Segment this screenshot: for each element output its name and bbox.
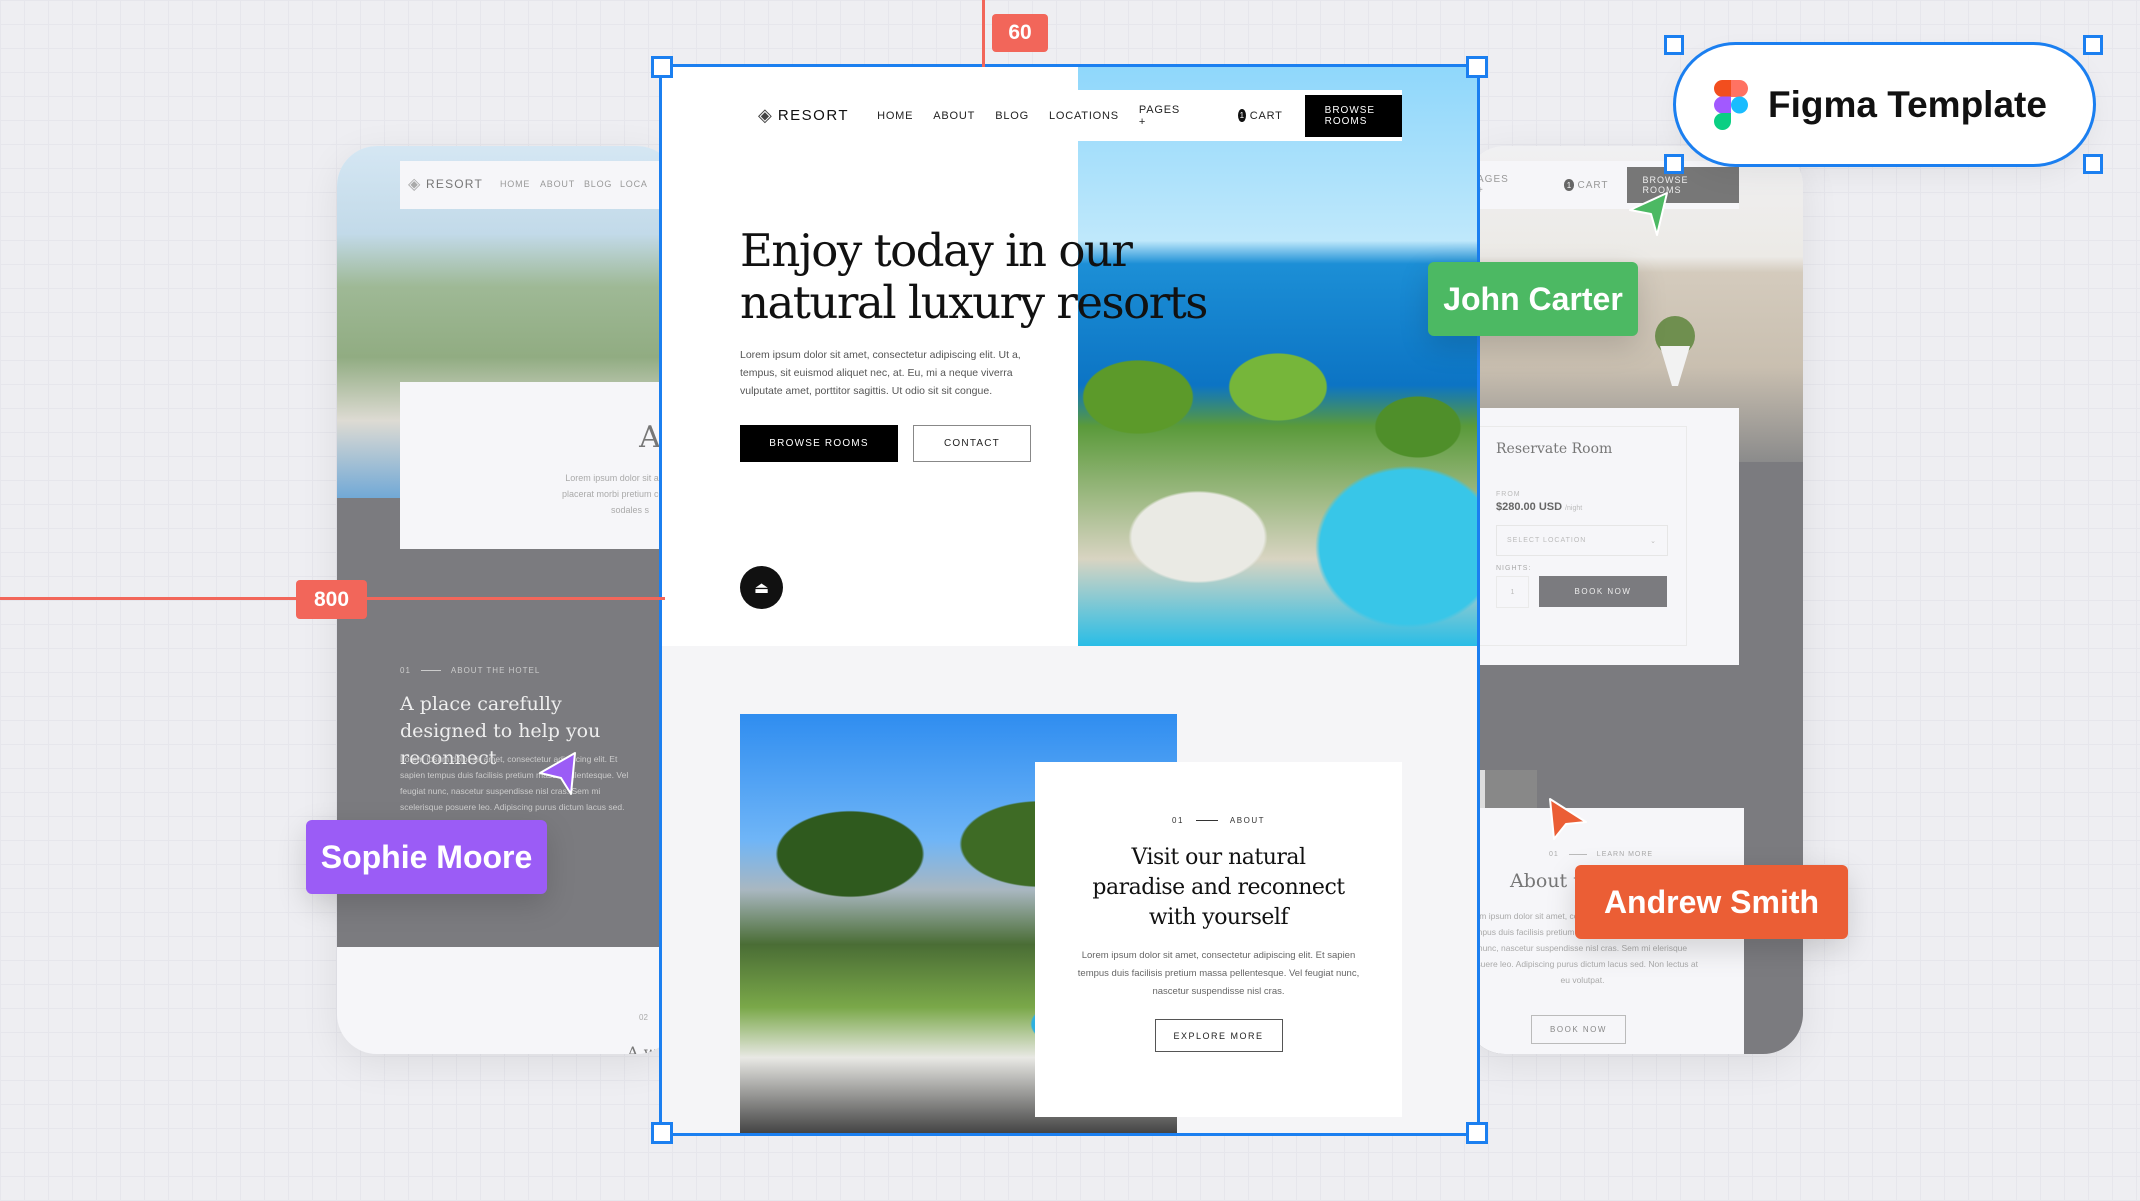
chevron-down-icon: ⌄: [1650, 537, 1657, 545]
about-text: Lorem ipsum dolor sit amet, consectetur …: [1077, 950, 1360, 997]
section-title: About t: [1510, 870, 1581, 892]
badge-handle-bottom-right[interactable]: [2083, 154, 2103, 174]
collaborator-tag-john-carter: John Carter: [1428, 262, 1638, 336]
collaborator-tag-andrew-smith: Andrew Smith: [1575, 865, 1848, 939]
from-label: FROM: [1496, 491, 1521, 498]
browse-rooms-button[interactable]: BROWSE ROOMS: [740, 425, 898, 462]
hero-title-line-1: Enjoy today in our: [740, 224, 1133, 277]
section-number: 01: [1172, 816, 1184, 825]
section-text: Lorem ipsum dolor sit amet, consectetur …: [400, 754, 629, 812]
location-select[interactable]: SELECT LOCATION ⌄: [1496, 525, 1668, 556]
hero-title: Enjoy today in our natural luxury resort…: [740, 224, 1208, 329]
main-page-frame[interactable]: ◈ RESORT HOME ABOUT BLOG LOCATIONS PAGES…: [659, 64, 1480, 1136]
hero-text: Lorem ipsum dolor sit amet, consectetur …: [740, 349, 1021, 397]
nav-blog: BLOG: [584, 179, 613, 189]
logo[interactable]: RESORT: [778, 107, 849, 124]
card-text: Lorem ipsum dolor sit amet, nisl, placer…: [561, 473, 677, 515]
nav-pages[interactable]: PAGES +: [1139, 104, 1180, 128]
horizontal-guide-value: 800: [296, 580, 367, 619]
divider: [1195, 820, 1218, 821]
book-now-button: BOOK NOW: [1531, 1015, 1626, 1044]
section-label: 01 ABOUT THE HOTEL: [400, 666, 540, 675]
contact-button[interactable]: CONTACT: [913, 425, 1031, 462]
about-card: 01 ABOUT Visit our natural paradise and r…: [1035, 762, 1402, 1117]
right-nav: AGES + 1 CART BROWSE ROOMS: [1465, 161, 1739, 209]
book-now-button[interactable]: BOOK NOW: [1539, 576, 1667, 607]
nav-about: ABOUT: [540, 179, 576, 189]
reserve-panel: Reservate Room FROM $280.00 USD/night SE…: [1465, 408, 1739, 665]
selection-handle-bottom-left[interactable]: [651, 1122, 673, 1144]
badge-handle-top-right[interactable]: [2083, 35, 2103, 55]
selection-handle-top-left[interactable]: [651, 56, 673, 78]
nav-locations[interactable]: LOCATIONS: [1049, 110, 1119, 122]
divider: [420, 670, 441, 671]
nights-input[interactable]: 1: [1496, 576, 1529, 608]
section-label: 01 ABOUT: [1035, 816, 1402, 825]
section-number: 01: [1549, 851, 1559, 858]
bell-icon[interactable]: ⏏: [740, 566, 783, 609]
logo-icon: ◈: [758, 105, 772, 125]
badge-handle-bottom-left[interactable]: [1664, 154, 1684, 174]
nav-about[interactable]: ABOUT: [933, 110, 975, 122]
about-title: Visit our natural paradise and reconnect…: [1092, 845, 1345, 930]
cursor-icon-andrew-smith: [1549, 798, 1587, 840]
left-nav: ◈ RESORT HOME ABOUT BLOG LOCA: [400, 161, 677, 209]
cursor-icon-john-carter: [1629, 192, 1668, 236]
location-placeholder: SELECT LOCATION: [1507, 537, 1587, 544]
reserve-title: Reservate Room: [1496, 441, 1613, 457]
main-nav: ◈ RESORT HOME ABOUT BLOG LOCATIONS PAGES…: [662, 90, 1402, 141]
section-label: LEARN MORE: [1596, 851, 1654, 858]
logo: RESORT: [426, 177, 483, 191]
selection-handle-top-right[interactable]: [1466, 56, 1488, 78]
browse-rooms-nav-button[interactable]: BROWSE ROOMS: [1304, 94, 1402, 137]
price-unit: /night: [1565, 505, 1583, 512]
section-title-2: A w: [627, 1043, 658, 1054]
cart-link[interactable]: CART: [1250, 110, 1283, 122]
section-label-text: ABOUT: [1229, 816, 1265, 825]
divider: [1568, 854, 1587, 855]
section-number-2: 02: [639, 1013, 648, 1022]
nav-locations: LOCA: [620, 179, 648, 189]
figma-template-badge: Figma Template: [1673, 42, 2096, 167]
price: $280.00 USD: [1496, 501, 1563, 513]
logo-icon: ◈: [408, 176, 421, 193]
cursor-icon-sophie-moore: [539, 752, 576, 795]
section-label-text: ABOUT THE HOTEL: [450, 666, 541, 675]
explore-more-button[interactable]: EXPLORE MORE: [1154, 1019, 1283, 1052]
cart-count-badge: 1: [1563, 179, 1575, 191]
badge-handle-top-left[interactable]: [1664, 35, 1684, 55]
nights-label: NIGHTS:: [1496, 565, 1532, 572]
collaborator-tag-sophie-moore: Sophie Moore: [306, 820, 547, 894]
vertical-guide-value: 60: [992, 14, 1048, 52]
selection-handle-bottom-right[interactable]: [1466, 1122, 1488, 1144]
about-card: Ab Lorem ipsum dolor sit amet, nisl, pla…: [400, 382, 677, 549]
hero-title-line-2: natural luxury resorts: [740, 276, 1208, 329]
cart-link: CART: [1577, 179, 1609, 191]
figma-template-label: Figma Template: [1768, 83, 2047, 125]
nav-home[interactable]: HOME: [877, 110, 913, 122]
figma-logo-icon: [1714, 79, 1748, 130]
vertical-guide: [982, 0, 985, 67]
nav-home: HOME: [500, 179, 531, 189]
hero-image: [1078, 67, 1477, 646]
cart-count-badge: 1: [1238, 109, 1246, 122]
nav-pages: AGES +: [1477, 174, 1509, 196]
nav-blog[interactable]: BLOG: [995, 110, 1029, 122]
section-number: 01: [400, 666, 411, 675]
left-page-preview: ◈ RESORT HOME ABOUT BLOG LOCA Ab Lorem i…: [337, 146, 677, 1054]
